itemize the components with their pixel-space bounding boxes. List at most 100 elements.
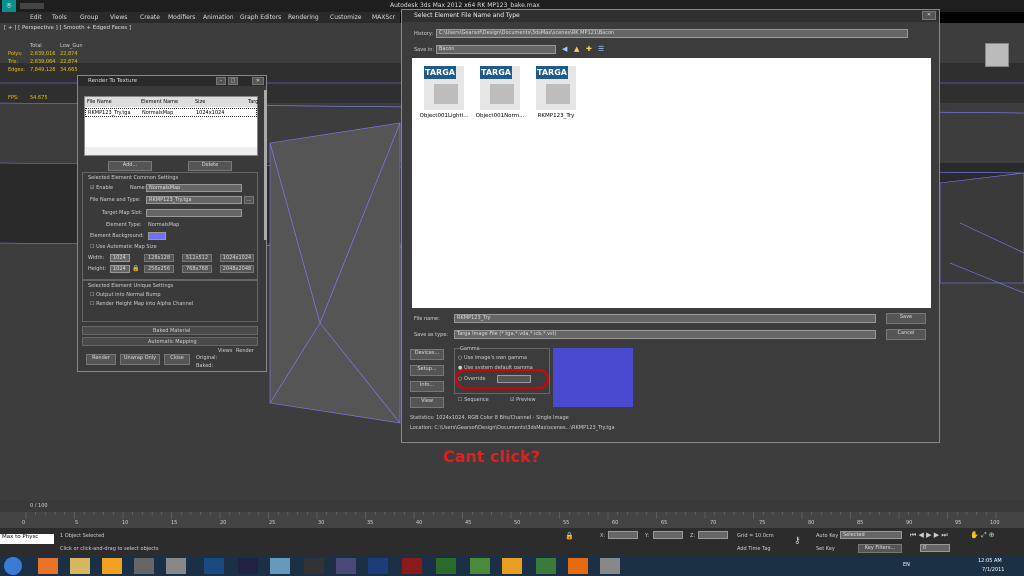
xn-icon[interactable] (238, 558, 258, 574)
steam-icon[interactable] (134, 558, 154, 574)
app-logo-icon[interactable]: ⌾ (2, 0, 16, 12)
app2-icon[interactable] (270, 558, 290, 574)
flash-icon[interactable] (402, 558, 422, 574)
target-slot-dropdown[interactable] (146, 209, 242, 217)
app3-icon[interactable] (336, 558, 356, 574)
add-time-tag[interactable]: Add Time Tag (737, 546, 771, 552)
menu-customize[interactable]: Customize (330, 12, 362, 23)
element-bg-swatch[interactable] (148, 232, 166, 240)
width-field[interactable]: 1024 (110, 254, 130, 262)
time-slider[interactable]: 0 / 100 (0, 500, 1024, 512)
app6-icon[interactable] (536, 558, 556, 574)
app5-icon[interactable] (502, 558, 522, 574)
baked-material-rollout[interactable]: Baked Material (82, 326, 258, 335)
unwrap-only-button[interactable]: Unwrap Only (120, 354, 160, 365)
app7-icon[interactable] (600, 558, 620, 574)
col-target[interactable]: Targ (248, 99, 258, 105)
close-button[interactable]: Close (164, 354, 190, 365)
menu-views[interactable]: Views (110, 12, 127, 23)
table-row[interactable]: RKMP123_Try.tga NormalsMap 1024x1024 (85, 108, 257, 117)
col-file-name[interactable]: File Name (87, 99, 112, 105)
height-alpha-checkbox[interactable]: ☐ Render Height Map into Alpha Channel (90, 301, 193, 307)
tc-icon[interactable] (204, 558, 224, 574)
udk-icon[interactable] (304, 558, 324, 574)
key-selection-dropdown[interactable]: Selected (840, 531, 902, 539)
devices-button[interactable]: Devices... (410, 349, 444, 360)
auto-key-button[interactable]: Auto Key (816, 533, 838, 539)
name-field[interactable]: NormalsMap (146, 184, 242, 192)
size-768-button[interactable]: 768x768 (182, 265, 212, 273)
list-scrollbar[interactable] (85, 147, 257, 155)
menu-group[interactable]: Group (80, 12, 98, 23)
start-button[interactable] (4, 557, 22, 575)
menu-tools[interactable]: Tools (52, 12, 67, 23)
dialog-close-icon[interactable]: ✕ (922, 11, 936, 20)
menu-modifiers[interactable]: Modifiers (168, 12, 195, 23)
z-coordinate-field[interactable] (698, 531, 728, 539)
menu-maxscript[interactable]: MAXScr (372, 12, 395, 23)
automatic-mapping-rollout[interactable]: Automatic Mapping (82, 337, 258, 346)
back-icon[interactable]: ◀ (562, 45, 567, 53)
height-field[interactable]: 1024 (110, 265, 130, 273)
list-item[interactable]: TARGA Object001Lighti... (418, 66, 470, 119)
gamma-own-radio[interactable]: ○ Use image's own gamma (458, 355, 527, 361)
new-folder-icon[interactable]: ✚ (586, 45, 592, 53)
file-name-input[interactable]: RKMP123_Try (454, 314, 876, 323)
list-item[interactable]: TARGA RKMP123_Try (530, 66, 582, 119)
menu-graph-editors[interactable]: Graph Editors (240, 12, 281, 23)
viewport-navigation-icon[interactable]: ✋ ⤢ ⊕ (970, 531, 995, 540)
maxscript-listener[interactable]: Max to Physc (0, 534, 54, 544)
current-frame-field[interactable]: 0 (920, 544, 950, 552)
file-name-field[interactable]: RKMP123_Try.tga (146, 196, 242, 204)
normal-bump-checkbox[interactable]: ☐ Output into Normal Bump (90, 292, 161, 298)
cancel-button[interactable]: Cancel (886, 329, 926, 340)
track-bar[interactable]: 0 5 10 15 20 25 30 35 40 45 50 55 60 65 … (0, 512, 1024, 528)
vlc-icon[interactable] (568, 558, 588, 574)
quick-access-toolbar[interactable] (20, 3, 44, 9)
auto-size-checkbox[interactable]: ☐ Use Automatic Map Size (90, 244, 157, 250)
viewcube-icon[interactable] (985, 43, 1009, 67)
setup-button[interactable]: Setup... (410, 365, 444, 376)
size-1024-button[interactable]: 1024x1024 (220, 254, 254, 262)
menu-rendering[interactable]: Rendering (288, 12, 319, 23)
set-key-button[interactable]: Set Key (816, 546, 835, 552)
size-128-button[interactable]: 128x128 (144, 254, 174, 262)
menu-create[interactable]: Create (140, 12, 160, 23)
sequence-checkbox[interactable]: ☐ Sequence (458, 397, 489, 403)
clock-date[interactable]: 7/1/2011 (982, 567, 1004, 573)
dreamweaver-icon[interactable] (436, 558, 456, 574)
output-list[interactable]: File Name Element Name Size Targ RKMP123… (84, 96, 258, 156)
menu-animation[interactable]: Animation (203, 12, 234, 23)
file-list[interactable]: TARGA Object001Lighti... TARGA Object001… (412, 58, 931, 308)
x-coordinate-field[interactable] (608, 531, 638, 539)
col-element-name[interactable]: Element Name (141, 99, 178, 105)
history-dropdown[interactable]: C:\Users\Gearsof\Design\Documents\3dsMax… (436, 29, 908, 38)
rtt-minimize-button[interactable]: – (216, 77, 226, 85)
delete-button[interactable]: Delete (188, 161, 232, 171)
clock-time[interactable]: 12:05 AM (978, 558, 1002, 564)
save-in-dropdown[interactable]: Bacon (436, 45, 556, 54)
viewport-label[interactable]: [ + ] [ Perspective ] [ Smooth + Edged F… (4, 25, 131, 31)
key-filters-button[interactable]: Key Filters... (858, 544, 902, 553)
lock-selection-icon[interactable]: 🔒 (565, 532, 574, 540)
folder-icon[interactable] (70, 558, 90, 574)
save-button[interactable]: Save (886, 313, 926, 324)
3dsmax-icon[interactable] (166, 558, 186, 574)
language-indicator[interactable]: EN (903, 562, 910, 568)
lock-icon[interactable]: 🔒 (132, 265, 139, 272)
photoshop-icon[interactable] (368, 558, 388, 574)
up-folder-icon[interactable]: ▲ (574, 45, 579, 53)
file-browse-button[interactable]: … (244, 196, 254, 204)
size-512-button[interactable]: 512x512 (182, 254, 212, 262)
y-coordinate-field[interactable] (653, 531, 683, 539)
view-menu-icon[interactable]: ☰ (598, 45, 604, 53)
info-button[interactable]: Info... (410, 381, 444, 392)
enable-checkbox[interactable]: ☑ Enable (90, 185, 113, 191)
size-256-button[interactable]: 256x256 (144, 265, 174, 273)
add-button[interactable]: Add... (108, 161, 152, 171)
menu-edit[interactable]: Edit (30, 12, 42, 23)
app4-icon[interactable] (470, 558, 490, 574)
preview-checkbox[interactable]: ☑ Preview (510, 397, 536, 403)
rtt-close-icon[interactable]: ✕ (252, 77, 264, 85)
render-button[interactable]: Render (86, 354, 116, 365)
